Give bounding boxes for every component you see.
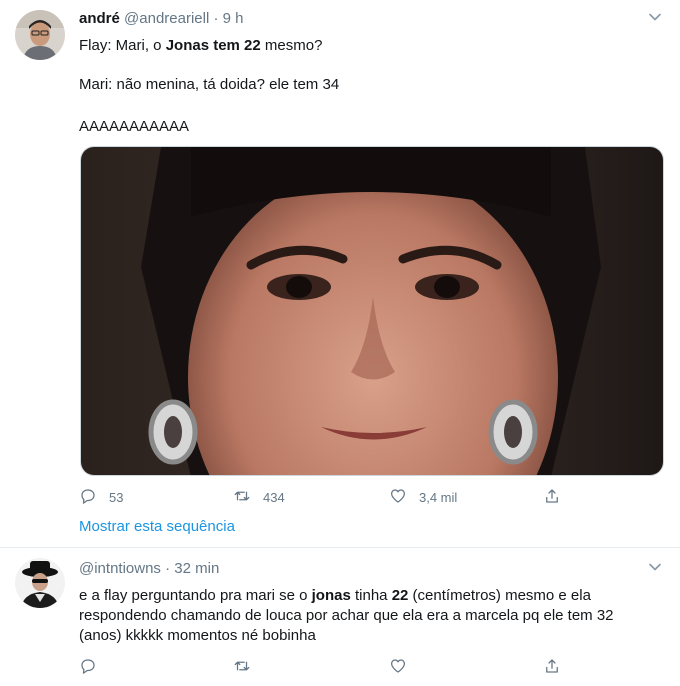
tweet-text-line: AAAAAAAAAAA xyxy=(79,118,190,135)
share-icon xyxy=(543,487,561,508)
tweet-actions: 53 434 3,4 mil xyxy=(79,486,579,508)
share-button[interactable] xyxy=(543,486,561,508)
reply-count: 53 xyxy=(109,489,124,505)
user-handle[interactable]: @intntiowns xyxy=(79,560,161,577)
avatar[interactable] xyxy=(15,10,65,60)
tweet-header: andré @andreariell · 9 h xyxy=(79,9,244,29)
tweet-header: @intntiowns · 32 min xyxy=(79,559,219,579)
chevron-down-icon[interactable] xyxy=(648,560,662,574)
reply-button[interactable]: 53 xyxy=(79,486,123,508)
tweet-divider xyxy=(0,547,680,548)
tweet-text: e a flay perguntando pra mari se o jonas… xyxy=(79,587,614,644)
heart-icon xyxy=(389,487,407,508)
like-count: 3,4 mil xyxy=(419,489,458,505)
share-icon xyxy=(543,657,561,678)
like-button[interactable]: 3,4 mil xyxy=(389,486,457,508)
tweet-actions xyxy=(79,656,579,678)
chevron-down-icon[interactable] xyxy=(648,10,662,24)
tweet-image[interactable] xyxy=(80,146,664,476)
reply-button[interactable] xyxy=(79,656,97,678)
separator-dot: · xyxy=(165,560,171,577)
separator-dot: · xyxy=(213,10,219,27)
show-thread-link[interactable]: Mostrar esta sequência xyxy=(79,518,235,535)
reply-icon xyxy=(79,657,97,678)
user-handle[interactable]: @andreariell xyxy=(124,10,209,27)
tweet-text-line: Flay: Mari, o Jonas tem 22 mesmo? xyxy=(79,37,323,54)
reply-icon xyxy=(79,487,97,508)
retweet-icon xyxy=(233,487,251,508)
retweet-icon xyxy=(233,657,251,678)
share-button[interactable] xyxy=(543,656,561,678)
heart-icon xyxy=(389,657,407,678)
retweet-button[interactable] xyxy=(233,656,251,678)
display-name[interactable]: andré xyxy=(79,10,120,27)
retweet-button[interactable]: 434 xyxy=(233,486,285,508)
timestamp[interactable]: 32 min xyxy=(174,560,219,577)
tweet[interactable]: @intntiowns · 32 min e a flay perguntand… xyxy=(0,549,680,686)
retweet-count: 434 xyxy=(263,489,285,505)
tweet[interactable]: andré @andreariell · 9 h Flay: Mari, o J… xyxy=(0,0,680,548)
tweet-text-line: Mari: não menina, tá doida? ele tem 34 xyxy=(79,76,340,93)
avatar[interactable] xyxy=(15,558,65,608)
like-button[interactable] xyxy=(389,656,407,678)
timestamp[interactable]: 9 h xyxy=(223,10,244,27)
